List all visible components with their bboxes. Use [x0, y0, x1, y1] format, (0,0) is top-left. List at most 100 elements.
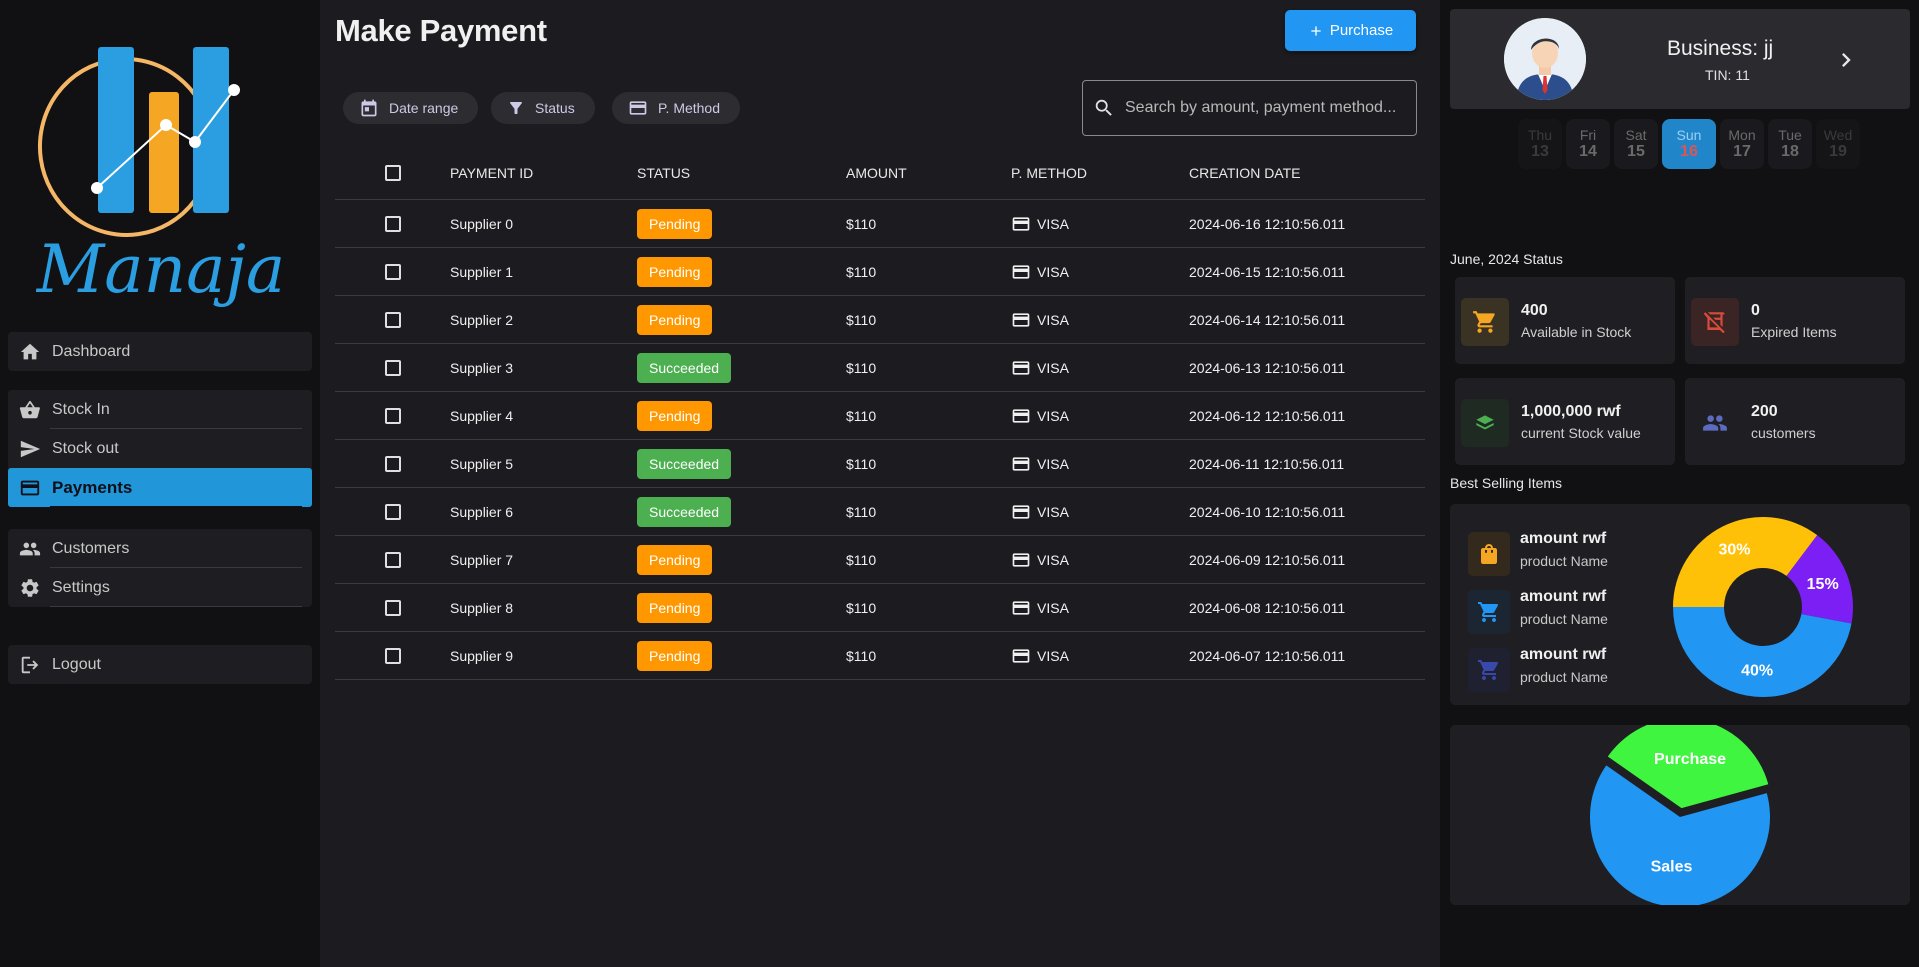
row-checkbox[interactable] — [385, 263, 401, 280]
stat-card-stock-value: 1,000,000 rwf current Stock value — [1455, 378, 1675, 465]
best-selling-title: Best Selling Items — [1450, 475, 1563, 491]
sidebar-item-stock-out[interactable]: Stock out — [8, 429, 312, 468]
status-badge: Pending — [637, 640, 713, 671]
day-thu[interactable]: Thu 13 — [1518, 119, 1562, 169]
table-row[interactable]: Supplier 3 Succeeded $110 VISA 2024-06-13 12… — [335, 344, 1425, 392]
row-checkbox[interactable] — [385, 359, 401, 376]
row-checkbox[interactable] — [385, 215, 401, 232]
pie-slice-label: 15% — [1807, 576, 1839, 593]
table-row[interactable]: Supplier 5 Succeeded $110 VISA 2024-06-11 12… — [335, 440, 1425, 488]
row-checkbox[interactable] — [385, 503, 401, 520]
row-checkbox[interactable] — [385, 407, 401, 424]
date-range-filter[interactable]: Date range — [343, 92, 479, 124]
payment-method: VISA — [1037, 311, 1069, 328]
row-checkbox[interactable] — [385, 647, 401, 664]
status-badge: Succeeded — [637, 496, 732, 527]
payment-id: Supplier 0 — [450, 215, 514, 232]
payment-id: Supplier 5 — [450, 455, 514, 472]
day-wed[interactable]: Wed 19 — [1816, 119, 1860, 169]
home-icon — [18, 340, 42, 364]
sidebar-item-stock-in[interactable]: Stock In — [8, 390, 312, 429]
day-sun-selected[interactable]: Sun 16 — [1662, 119, 1716, 169]
sidebar-item-settings[interactable]: Settings — [8, 568, 312, 607]
table-row[interactable]: Supplier 6 Succeeded $110 VISA 2024-06-10 12… — [335, 488, 1425, 536]
credit-card-icon — [1012, 648, 1030, 663]
purchase-button-label: Purchase — [1329, 22, 1394, 39]
credit-card-icon — [1012, 264, 1030, 279]
day-sat[interactable]: Sat 15 — [1614, 119, 1658, 169]
column-header-id[interactable]: PAYMENT ID — [450, 165, 637, 181]
search-box — [1082, 80, 1417, 136]
pie-slice-label: Sales — [1651, 858, 1693, 875]
column-header-method[interactable]: P. METHOD — [1011, 165, 1189, 181]
payment-method: VISA — [1037, 215, 1069, 232]
sidebar-item-customers[interactable]: Customers — [8, 529, 312, 568]
credit-card-icon — [1012, 504, 1030, 519]
payment-id: Supplier 4 — [450, 407, 514, 424]
sidebar-item-dashboard[interactable]: Dashboard — [8, 332, 312, 371]
cart-icon — [1461, 298, 1509, 346]
creation-date: 2024-06-08 12:10:56.011 — [1189, 599, 1346, 616]
day-mon[interactable]: Mon 17 — [1720, 119, 1764, 169]
row-checkbox[interactable] — [385, 311, 401, 328]
payment-method-label: P. Method — [658, 100, 721, 116]
chevron-right-icon[interactable] — [1832, 46, 1860, 74]
status-badge: Pending — [637, 592, 713, 623]
best-item[interactable]: amount rwf product Name — [1468, 644, 1668, 694]
sidebar-item-logout[interactable]: Logout — [8, 645, 312, 684]
credit-card-icon — [1012, 600, 1030, 615]
column-header-status[interactable]: STATUS — [637, 165, 846, 181]
filter-icon — [510, 102, 522, 114]
table-row[interactable]: Supplier 8 Pending $110 VISA 2024-06-08 12:1… — [335, 584, 1425, 632]
best-item[interactable]: amount rwf product Name — [1468, 528, 1668, 578]
payment-amount: $110 — [846, 263, 877, 280]
day-tue[interactable]: Tue 18 — [1768, 119, 1812, 169]
people-icon — [18, 537, 42, 561]
day-fri[interactable]: Fri 14 — [1566, 119, 1610, 169]
cart-icon — [1468, 590, 1510, 634]
business-tin: TIN: 11 — [1705, 67, 1750, 83]
off-icon — [1691, 298, 1739, 346]
payment-id: Supplier 7 — [450, 551, 514, 568]
search-input[interactable] — [1125, 99, 1415, 117]
select-all-checkbox[interactable] — [385, 165, 401, 181]
status-badge: Pending — [637, 544, 713, 575]
best-item[interactable]: amount rwf product Name — [1468, 586, 1668, 636]
table-row[interactable]: Supplier 7 Pending $110 VISA 2024-06-09 12:1… — [335, 536, 1425, 584]
table-row[interactable]: Supplier 0 Pending $110 VISA 2024-06-16 12:1… — [335, 200, 1425, 248]
payment-method-filter[interactable]: P. Method — [612, 92, 741, 124]
stat-card-customers: 200 customers — [1685, 378, 1905, 465]
purchase-sales-card: Purchase Sales — [1450, 725, 1910, 905]
stat-label: current Stock value — [1521, 425, 1641, 441]
credit-card-icon — [629, 101, 647, 115]
gear-icon — [18, 576, 42, 600]
best-item-name: product Name — [1520, 669, 1608, 685]
table-body: Supplier 0 Pending $110 VISA 2024-06-16 12:1… — [335, 200, 1425, 680]
purchase-button[interactable]: Purchase — [1285, 10, 1416, 51]
status-badge: Pending — [637, 208, 713, 239]
nav-group-people: Customers Settings — [8, 529, 312, 607]
table-row[interactable]: Supplier 4 Pending $110 VISA 2024-06-12 12:1… — [335, 392, 1425, 440]
avatar — [1504, 18, 1586, 100]
business-profile-card[interactable]: Business: jj TIN: 11 — [1450, 9, 1910, 109]
cart-icon — [1468, 648, 1510, 692]
column-header-amount[interactable]: AMOUNT — [846, 165, 1011, 181]
table-row[interactable]: Supplier 9 Pending $110 VISA 2024-06-07 12:1… — [335, 632, 1425, 680]
stat-value: 200 — [1751, 403, 1778, 420]
table-row[interactable]: Supplier 1 Pending $110 VISA 2024-06-15 12:1… — [335, 248, 1425, 296]
sidebar-item-payments[interactable]: Payments — [8, 468, 312, 507]
status-filter[interactable]: Status — [491, 92, 595, 124]
plus-icon — [1311, 25, 1321, 36]
credit-card-icon — [18, 476, 42, 500]
creation-date: 2024-06-07 12:10:56.011 — [1189, 647, 1346, 664]
row-checkbox[interactable] — [385, 599, 401, 616]
payments-table: PAYMENT ID STATUS AMOUNT P. METHOD CREAT… — [335, 147, 1425, 680]
payment-id: Supplier 2 — [450, 311, 514, 328]
row-checkbox[interactable] — [385, 455, 401, 472]
row-checkbox[interactable] — [385, 551, 401, 568]
nav-group-logout: Logout — [8, 645, 312, 684]
column-header-date[interactable]: CREATION DATE — [1189, 165, 1425, 181]
payment-method: VISA — [1037, 359, 1069, 376]
business-name: Business: jj — [1667, 37, 1774, 60]
table-row[interactable]: Supplier 2 Pending $110 VISA 2024-06-14 12:1… — [335, 296, 1425, 344]
